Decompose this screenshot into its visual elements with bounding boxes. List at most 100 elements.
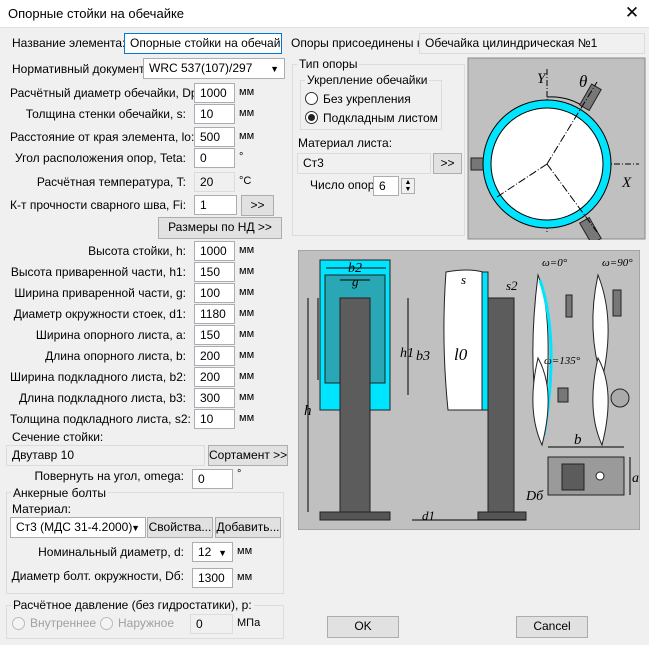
- rotate-input[interactable]: 0: [192, 469, 233, 489]
- pad-side: [481, 271, 489, 411]
- label-h: h: [304, 403, 312, 419]
- dims-6-label: Ширина подкладного листа, b2:: [10, 370, 187, 384]
- omega0-beam: [565, 294, 573, 318]
- fields-0-input[interactable]: 1000: [194, 83, 235, 103]
- sheet-material-button[interactable]: >>: [433, 153, 462, 174]
- dims-4-unit: мм: [239, 328, 255, 340]
- reinforce-pad-label: Подкладным листом: [323, 111, 438, 125]
- omega-pipe: [610, 388, 630, 408]
- anchor-circle-input[interactable]: 1300: [192, 568, 233, 588]
- dims-8-label: Толщина подкладного листа, s2:: [10, 412, 191, 426]
- window-title: Опорные стойки на обечайке: [8, 6, 185, 21]
- anchor-group-title: Анкерные болты: [11, 486, 109, 500]
- norm-value: WRC 537(107)/297: [149, 61, 253, 75]
- dims-0-unit: мм: [239, 244, 255, 256]
- dims-6-unit: мм: [239, 370, 255, 382]
- dims-4-label: Ширина опорного листа, a:: [35, 328, 186, 342]
- label-b3: b3: [416, 349, 430, 364]
- dims-5-unit: мм: [239, 349, 255, 361]
- reinforce-pad-radio[interactable]: [305, 111, 318, 124]
- fields-4-input[interactable]: 20: [194, 172, 235, 192]
- dims-6-input[interactable]: 200: [194, 367, 235, 387]
- section-label: Сечение стойки:: [12, 430, 104, 444]
- fields-2-label: Расстояние от края элемента, lo:: [10, 130, 195, 144]
- sheet-material-value: Ст3: [297, 153, 431, 174]
- chevron-down-icon: ▼: [131, 523, 140, 533]
- label-h1: h1: [400, 346, 414, 361]
- dims-5-input[interactable]: 200: [194, 346, 235, 366]
- fields-4-unit: °C: [239, 175, 252, 187]
- anchor-material-label: Материал:: [12, 502, 71, 516]
- label-omega135: ω=135°: [544, 355, 581, 367]
- element-name-label: Название элемента:: [12, 36, 126, 50]
- fields-5-input[interactable]: 1: [194, 195, 237, 215]
- column-side: [487, 297, 515, 514]
- cancel-button[interactable]: Cancel: [516, 616, 588, 638]
- close-icon[interactable]: ✕: [620, 2, 644, 24]
- dims-8-input[interactable]: 10: [194, 409, 235, 429]
- chevron-down-icon: ▼: [270, 64, 279, 74]
- reinforce-none-label: Без укрепления: [323, 92, 411, 106]
- fields-5-label: К-т прочности сварного шва, Fi:: [10, 198, 187, 212]
- dims-7-input[interactable]: 300: [194, 388, 235, 408]
- ok-button[interactable]: OK: [327, 616, 399, 638]
- sheet-material-label: Материал листа:: [298, 136, 393, 150]
- reinforce-none-radio[interactable]: [305, 92, 318, 105]
- dims-3-input[interactable]: 1180: [194, 304, 235, 324]
- pressure-value: 0: [190, 614, 233, 634]
- label-g: g: [352, 274, 359, 289]
- norm-select[interactable]: WRC 537(107)/297 ▼: [143, 58, 285, 79]
- fi-more-button[interactable]: >>: [241, 195, 274, 216]
- label-b: b: [574, 432, 582, 448]
- label-theta: θ: [579, 72, 587, 91]
- count-input[interactable]: 6: [373, 176, 399, 196]
- attached-value: Обечайка цилиндрическая №1: [419, 33, 645, 54]
- label-l0: l0: [454, 345, 468, 364]
- label-d1: d1: [422, 508, 435, 523]
- rotate-unit: °: [237, 468, 242, 480]
- anchor-dia-label: Номинальный диаметр, d:: [38, 545, 184, 559]
- fields-3-input[interactable]: 0: [194, 148, 235, 168]
- fields-1-unit: мм: [239, 107, 255, 119]
- fields-2-input[interactable]: 500: [194, 127, 235, 147]
- fields-2-unit: мм: [239, 130, 255, 142]
- omega135-beam: [557, 387, 569, 403]
- fields-0-unit: мм: [239, 86, 255, 98]
- omega90-beam: [612, 289, 622, 317]
- dims-0-label: Высота стойки, h:: [88, 244, 186, 258]
- anchor-dia-unit: мм: [237, 545, 253, 557]
- fields-1-input[interactable]: 10: [194, 104, 235, 124]
- top-view-diagram: Y X θ: [467, 57, 646, 240]
- fields-3-unit: °: [239, 151, 244, 163]
- pressure-outer-radio[interactable]: [100, 617, 113, 630]
- anchor-circle-unit: мм: [237, 571, 253, 583]
- label-x: X: [621, 175, 632, 191]
- pressure-inner-radio[interactable]: [12, 617, 25, 630]
- reinforce-title: Укрепление обечайки: [305, 73, 430, 87]
- norm-label: Нормативный документ:: [12, 62, 148, 76]
- dims-4-input[interactable]: 150: [194, 325, 235, 345]
- sortament-button[interactable]: Сортамент >>: [208, 445, 288, 466]
- dims-2-input[interactable]: 100: [194, 283, 235, 303]
- bolt-hole: [595, 471, 605, 481]
- dims-0-input[interactable]: 1000: [194, 241, 235, 261]
- add-button[interactable]: Добавить...: [215, 517, 281, 538]
- anchor-dia-value: 12: [198, 545, 212, 559]
- anchor-material-select[interactable]: Ст3 (МДС 31-4.2000) ▼: [10, 517, 146, 538]
- fields-0-label: Расчётный диаметр обечайки, Dp:: [10, 86, 201, 100]
- element-name-input[interactable]: Опорные стойки на обечайке: [124, 33, 282, 54]
- count-spinner[interactable]: ▲ ▼: [401, 178, 415, 194]
- properties-button[interactable]: Свойства...: [147, 517, 213, 538]
- fields-3-label: Угол расположения опор, Teta:: [15, 151, 186, 165]
- anchor-circle-label: Диаметр болт. окружности, Dб:: [11, 569, 184, 583]
- fields-1-label: Толщина стенки обечайки, s:: [25, 107, 186, 121]
- dims-2-label: Ширина приваренной части, g:: [14, 286, 186, 300]
- nd-sizes-button[interactable]: Размеры по НД >>: [158, 217, 282, 239]
- column-front: [339, 297, 371, 514]
- dims-2-unit: мм: [239, 286, 255, 298]
- shell-side: [443, 269, 484, 411]
- dims-1-input[interactable]: 150: [194, 262, 235, 282]
- anchor-dia-select[interactable]: 12 ▼: [192, 542, 233, 562]
- base-front: [319, 511, 391, 521]
- dims-7-label: Длина подкладного листа, b3:: [19, 391, 186, 405]
